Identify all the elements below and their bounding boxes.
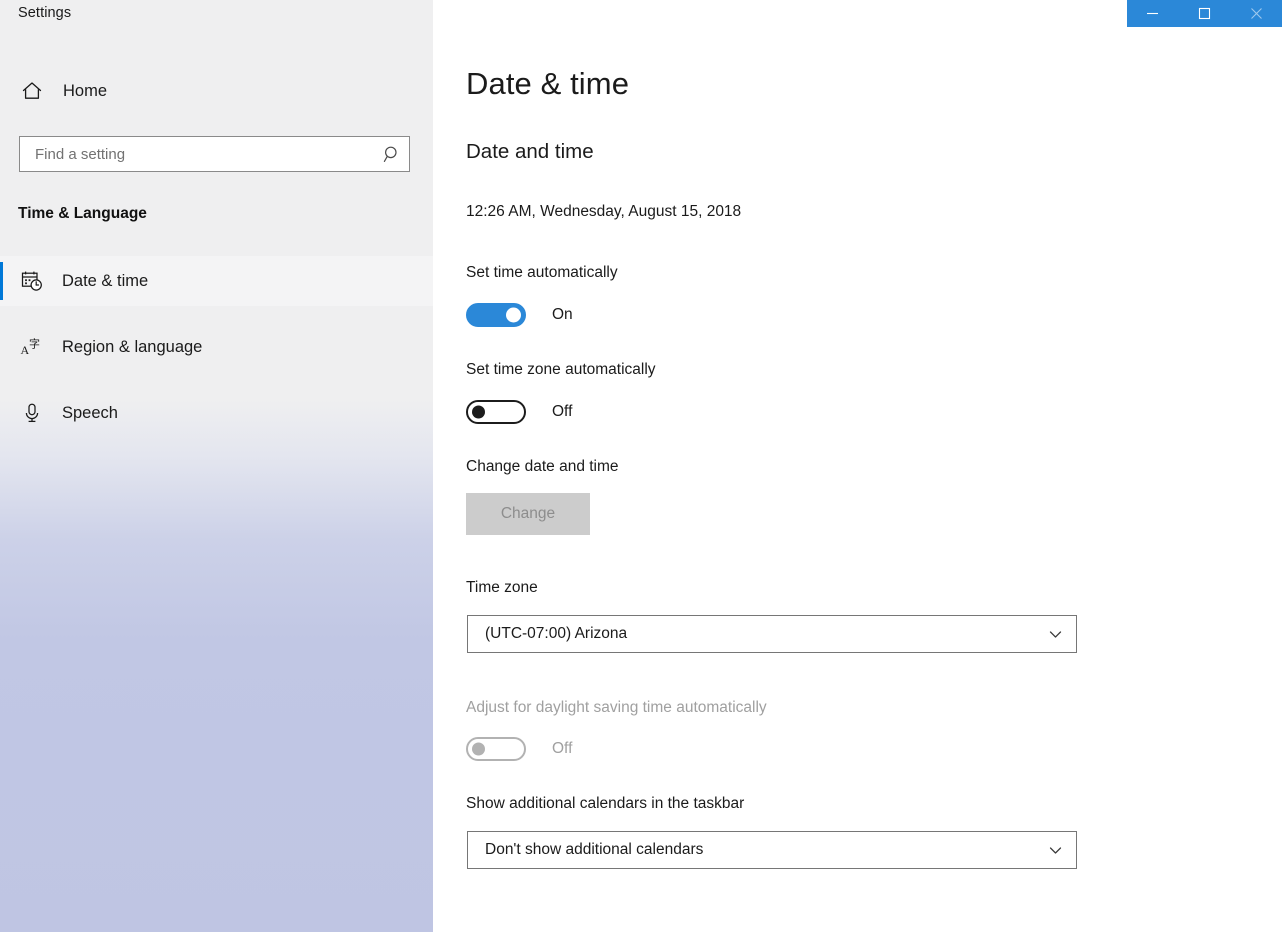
home-label: Home (63, 82, 107, 101)
sidebar-item-date-time[interactable]: Date & time (0, 256, 433, 306)
page-title: Date & time (466, 66, 629, 102)
set-timezone-automatically-label: Set time zone automatically (466, 361, 656, 379)
window-controls (1127, 0, 1282, 27)
set-timezone-automatically-toggle[interactable] (466, 400, 526, 424)
window-title: Settings (18, 5, 71, 21)
title-bar: Settings (0, 0, 1282, 28)
close-icon (1250, 7, 1263, 20)
sidebar-item-speech[interactable]: Speech (0, 388, 433, 438)
chevron-down-icon (1034, 843, 1076, 858)
set-time-automatically-label: Set time automatically (466, 264, 618, 282)
calendar-clock-icon (17, 270, 47, 292)
microphone-icon (17, 402, 47, 424)
search-input[interactable]: Find a setting (19, 136, 410, 172)
daylight-saving-toggle[interactable] (466, 737, 526, 761)
toggle-knob (506, 308, 521, 323)
set-time-automatically-toggle[interactable] (466, 303, 526, 327)
time-zone-value: (UTC-07:00) Arizona (485, 625, 1034, 643)
selected-indicator (0, 262, 3, 300)
maximize-button[interactable] (1179, 0, 1231, 27)
time-zone-dropdown[interactable]: (UTC-07:00) Arizona (467, 615, 1077, 653)
svg-text:字: 字 (29, 337, 40, 351)
sidebar-item-label: Date & time (62, 272, 148, 291)
daylight-saving-state: Off (552, 740, 572, 758)
settings-window: Settings (0, 0, 1282, 932)
sidebar-item-label: Region & language (62, 338, 202, 357)
sidebar-item-home[interactable]: Home (0, 70, 420, 112)
minimize-button[interactable] (1127, 0, 1179, 27)
sidebar-group-header: Time & Language (18, 205, 147, 223)
set-timezone-automatically-state: Off (552, 403, 572, 421)
additional-calendars-dropdown[interactable]: Don't show additional calendars (467, 831, 1077, 869)
close-button[interactable] (1230, 0, 1282, 27)
home-icon (19, 80, 45, 102)
additional-calendars-label: Show additional calendars in the taskbar (466, 795, 744, 813)
daylight-saving-label: Adjust for daylight saving time automati… (466, 699, 767, 717)
main-content: Date & time Date and time 12:26 AM, Wedn… (433, 0, 1282, 932)
maximize-icon (1198, 7, 1211, 20)
toggle-knob (472, 406, 485, 419)
section-heading: Date and time (466, 140, 594, 164)
additional-calendars-value: Don't show additional calendars (485, 841, 1034, 859)
sidebar-item-region-language[interactable]: A 字 Region & language (0, 322, 433, 372)
change-button[interactable]: Change (466, 493, 590, 535)
toggle-knob (472, 743, 485, 756)
set-time-automatically-state: On (552, 306, 573, 324)
sidebar: Home Find a setting Time & Language (0, 0, 433, 932)
minimize-icon (1146, 7, 1159, 20)
set-time-automatically-row: On (466, 303, 573, 327)
change-date-time-label: Change date and time (466, 458, 619, 476)
time-zone-label: Time zone (466, 579, 538, 597)
chevron-down-icon (1034, 627, 1076, 642)
search-placeholder: Find a setting (35, 146, 375, 163)
set-timezone-automatically-row: Off (466, 400, 572, 424)
daylight-saving-row: Off (466, 737, 572, 761)
language-icon: A 字 (17, 335, 47, 359)
current-datetime-text: 12:26 AM, Wednesday, August 15, 2018 (466, 203, 741, 221)
sidebar-item-label: Speech (62, 404, 118, 423)
search-icon[interactable] (375, 145, 409, 164)
